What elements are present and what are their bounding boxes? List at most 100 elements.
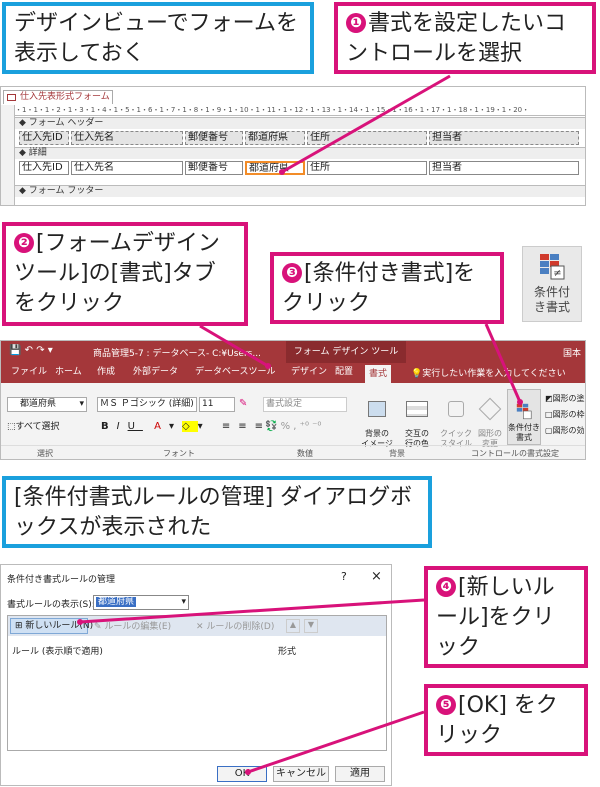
ok-button[interactable]: OK xyxy=(217,766,267,782)
tab-format-active[interactable]: 書式 xyxy=(365,365,392,383)
shape-outline-button[interactable]: □図形の枠 xyxy=(545,409,585,420)
shape-icon xyxy=(478,397,502,421)
header-label-zip[interactable]: 郵便番号 xyxy=(185,131,243,145)
group-label-font: フォント xyxy=(163,449,195,458)
shape-effect-button[interactable]: ▢図形の効 xyxy=(545,425,585,436)
tell-me-box[interactable]: 💡実行したい作業を入力してください xyxy=(411,366,566,379)
move-down-button[interactable]: ▼ xyxy=(304,619,318,633)
callout-step3: ❸ [条件付き書式]をクリック xyxy=(270,252,504,324)
tab-arrange[interactable]: 配置 xyxy=(331,363,357,381)
header-label-staff[interactable]: 担当者 xyxy=(429,131,579,145)
help-button[interactable]: ? xyxy=(341,570,347,583)
font-name-dropdown[interactable]: ＭＳ Ｐゴシック (詳細) xyxy=(97,397,197,412)
tool-context-title: フォーム デザイン ツール xyxy=(286,341,406,363)
delete-rule-label: ルールの削除(D) xyxy=(206,622,275,632)
select-all-button[interactable]: ⬚すべて選択 xyxy=(7,419,60,432)
number-format-dropdown[interactable]: 書式設定 xyxy=(263,397,347,412)
ruler: ・1・1・1・2・1・3・1・4・1・5・1・6・1・7・1・8・1・9・1・1… xyxy=(15,105,585,116)
tab-home[interactable]: ホーム xyxy=(51,363,86,381)
dialog-title: 条件付き書式ルールの管理 xyxy=(7,575,116,585)
conditional-format-button[interactable]: 条件付き 書式 xyxy=(507,389,541,445)
window-title: 商品管理5-7 : データベース- C:¥Users... xyxy=(93,349,261,359)
form-header-label: フォーム ヘッダー xyxy=(28,118,104,128)
font-style-buttons[interactable]: BIU A▾◇▾ ≡≡≡ xyxy=(101,421,271,432)
tell-me-text: 実行したい作業を入力してください xyxy=(422,369,566,379)
step2-number: ❷ xyxy=(14,233,34,253)
header-label-name[interactable]: 仕入先名 xyxy=(71,131,183,145)
change-shape-button[interactable]: 図形の 変更 xyxy=(473,391,507,449)
font-size-value: 11 xyxy=(202,399,214,409)
step1-text: 書式を設定したいコントロールを選択 xyxy=(346,11,567,66)
header-label-pref[interactable]: 都道府県 xyxy=(245,131,305,145)
group-label-background: 背景 xyxy=(389,449,405,458)
callout-step4: ❹ [新しいルール]をクリック xyxy=(424,566,588,668)
user-name: 国本 xyxy=(562,349,581,359)
quick-style-button[interactable]: クイック スタイル xyxy=(439,391,473,449)
callout-design-view: デザインビューでフォームを表示しておく xyxy=(2,2,314,74)
tab-file[interactable]: ファイル xyxy=(7,363,51,381)
conditional-format-icon: ≠ xyxy=(540,254,565,280)
rules-panel: ⊞ 新しいルール(N) ✎ ルールの編集(E) ✕ ルールの削除(D) ▲ ▼ … xyxy=(7,615,387,751)
cancel-button[interactable]: キャンセル xyxy=(273,766,329,782)
detail-section[interactable]: ◆ 詳細 xyxy=(15,147,585,159)
tool-context-title-text: フォーム デザイン ツール xyxy=(293,347,399,357)
number-format-buttons[interactable]: 💱 % , ⁺⁰ ⁻⁰ xyxy=(265,421,321,432)
apply-button[interactable]: 適用 xyxy=(335,766,385,782)
field-address[interactable]: 住所 xyxy=(307,161,427,175)
font-size-dropdown[interactable]: 11 xyxy=(199,397,235,412)
tab-design[interactable]: デザイン xyxy=(287,363,331,381)
header-label-address[interactable]: 住所 xyxy=(307,131,427,145)
field-name[interactable]: 仕入先名 xyxy=(71,161,183,175)
conditional-format-icon-preview: ≠ 条件付き書式 xyxy=(522,246,582,322)
callout-step2: ❷ [フォームデザインツール]の[書式]タブをクリック xyxy=(2,222,248,326)
conditional-format-small-icon xyxy=(516,403,532,420)
step3-text: [条件付き書式]をクリック xyxy=(282,261,476,316)
column-header-rule: ルール (表示順で適用) xyxy=(12,647,103,657)
background-image-button[interactable]: 背景の イメージ xyxy=(357,391,397,449)
format-painter-icon[interactable]: ✎ xyxy=(239,398,247,409)
show-rules-label: 書式ルールの表示(S): xyxy=(7,600,95,610)
svg-text:≠: ≠ xyxy=(553,268,561,279)
shape-fill-button[interactable]: ◩図形の塗 xyxy=(545,393,585,404)
move-up-button[interactable]: ▲ xyxy=(286,619,300,633)
close-button[interactable]: × xyxy=(371,569,382,584)
group-label-select: 選択 xyxy=(37,449,53,458)
tab-create[interactable]: 作成 xyxy=(93,363,119,381)
image-icon xyxy=(368,401,386,417)
tab-external-data[interactable]: 外部データ xyxy=(129,363,182,381)
form-footer-section[interactable]: ◆ フォーム フッター xyxy=(15,185,585,197)
object-select-value: 都道府県 xyxy=(20,399,57,409)
tab-database-tools[interactable]: データベースツール xyxy=(191,363,280,381)
field-pref-selected[interactable]: 都道府県 xyxy=(245,161,305,175)
callout-step1: ❶ 書式を設定したいコントロールを選択 xyxy=(334,2,596,74)
form-tab[interactable]: 仕入先表形式フォーム xyxy=(3,90,113,104)
field-staff[interactable]: 担当者 xyxy=(429,161,579,175)
step4-number: ❹ xyxy=(436,577,456,597)
shape-fill-label: 図形の塗 xyxy=(552,394,585,403)
shape-outline-label: 図形の枠 xyxy=(552,410,585,419)
group-label-number: 数値 xyxy=(297,449,313,458)
delete-rule-button[interactable]: ✕ ルールの削除(D) xyxy=(196,619,274,632)
grid-icon xyxy=(406,401,428,417)
conditional-format-icon-label: 条件付き書式 xyxy=(533,285,570,314)
show-rules-dropdown[interactable]: 都道府県 ▾ xyxy=(93,595,189,610)
callout-dialog-shown-text: [条件付書式ルールの管理] ダイアログボックスが表示された xyxy=(14,485,413,540)
callout-step5: ❺ [OK] をクリック xyxy=(424,684,588,756)
field-zip[interactable]: 郵便番号 xyxy=(185,161,243,175)
chevron-down-icon: ▾ xyxy=(181,597,186,607)
quick-access-toolbar[interactable]: 💾 ↶ ↷ ▾ xyxy=(9,345,53,356)
new-rule-button[interactable]: ⊞ 新しいルール(N) xyxy=(10,618,93,634)
field-id[interactable]: 仕入先ID xyxy=(19,161,69,175)
conditional-format-label: 条件付き 書式 xyxy=(508,423,540,442)
brush-icon xyxy=(448,401,464,417)
callout-design-view-text: デザインビューでフォームを表示しておく xyxy=(14,11,299,66)
form-footer-label: フォーム フッター xyxy=(28,186,104,196)
form-header-section[interactable]: ◆ フォーム ヘッダー xyxy=(15,117,585,129)
header-label-id[interactable]: 仕入先ID xyxy=(19,131,69,145)
shape-effect-label: 図形の効 xyxy=(552,426,585,435)
edit-rule-button[interactable]: ✎ ルールの編集(E) xyxy=(94,619,171,632)
alternate-row-color-button[interactable]: 交互の 行の色 xyxy=(397,391,437,449)
group-label-control-format: コントロールの書式設定 xyxy=(471,449,559,458)
step3-number: ❸ xyxy=(282,263,302,283)
object-select-dropdown[interactable]: 都道府県 ▾ xyxy=(7,397,87,412)
